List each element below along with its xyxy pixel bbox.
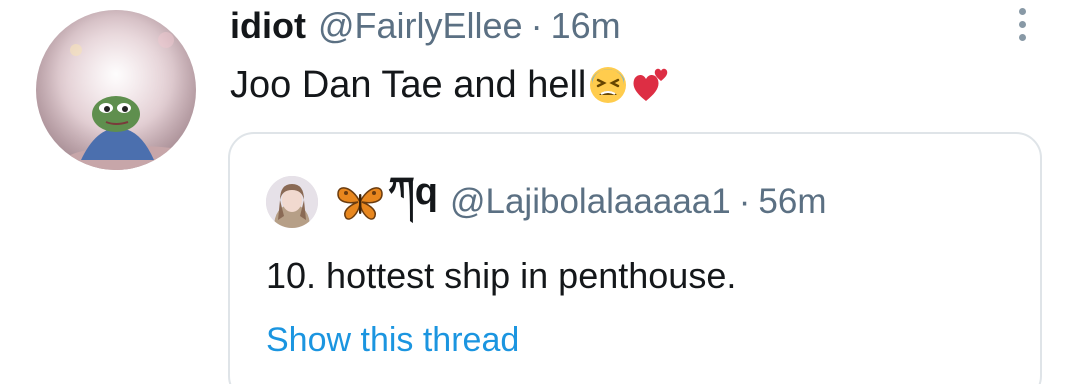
quoted-author-display-name[interactable]: ཀq [388, 149, 438, 256]
butterfly-emoji [337, 187, 383, 220]
quoted-tweet-text: 10. hottest ship in penthouse. [266, 255, 737, 296]
quoted-tweet-timestamp[interactable]: 56m [758, 182, 826, 222]
tweet-header: idiot @FairlyEllee · 16m [230, 6, 621, 46]
separator-dot: · [530, 5, 543, 46]
quoted-tweet-header: ཀq @Lajibolalaaaaa1 · 56m [266, 171, 826, 228]
quoted-tweet-card[interactable]: ཀq @Lajibolalaaaaa1 · 56m 10. hottest sh… [228, 132, 1042, 384]
show-thread-link[interactable]: Show this thread [266, 318, 519, 362]
quoted-separator-dot: · [738, 182, 751, 221]
two-hearts-emoji [630, 65, 670, 105]
author-handle[interactable]: @FairlyEllee [318, 6, 523, 46]
tweet[interactable]: idiot @FairlyEllee · 16m Joo Dan Tae and… [0, 0, 1080, 384]
author-display-name[interactable]: idiot [230, 6, 306, 46]
quoted-author-avatar[interactable] [266, 176, 318, 228]
quoted-avatar-image [266, 176, 318, 228]
tired-face-emoji [588, 65, 628, 105]
tweet-text: Joo Dan Tae and hell [230, 62, 670, 108]
author-avatar[interactable] [36, 10, 196, 170]
quoted-author-handle[interactable]: @Lajibolalaaaaa1 [450, 182, 731, 222]
tweet-text-content: Joo Dan Tae and hell [230, 64, 587, 106]
pepe-avatar-image [36, 10, 196, 170]
tweet-timestamp[interactable]: 16m [551, 6, 621, 46]
more-options-icon[interactable] [1008, 4, 1036, 44]
